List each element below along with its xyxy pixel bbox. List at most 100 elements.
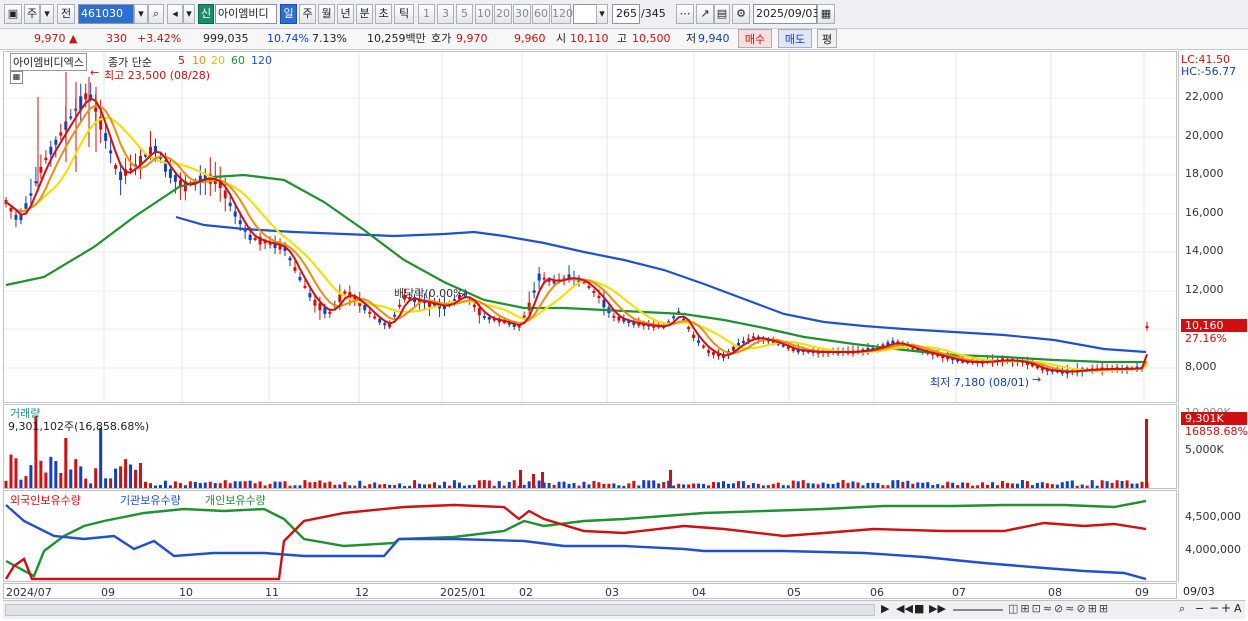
magnify-icon[interactable]: ⌕ [1179,602,1185,616]
volume-bar [1025,481,1029,488]
volume-bar [373,482,377,488]
volume-bar [298,485,302,488]
candle-body [373,316,377,319]
date-input[interactable]: 2025/09/03 [753,4,819,24]
volume-bar [1015,483,1019,488]
pause-icon[interactable]: ■ [914,602,924,615]
draw-tool-icon[interactable]: ↗ [696,4,714,24]
candle-body [692,334,696,338]
font-size-icon[interactable]: A [1234,602,1242,615]
volume-bar [193,482,197,488]
period-week[interactable]: 주 [299,4,316,24]
volume-bar [168,485,172,488]
holdings-panel[interactable]: 외국인보유수량 기관보유수량 개인보유수량 [3,490,1177,582]
interval-20[interactable]: 20 [494,4,512,24]
sound-icon[interactable]: ◂ [167,4,183,24]
volume-panel[interactable]: 거래량 9,301,102주(16,858.68%) [3,404,1177,489]
candle-body [746,338,750,341]
volume-bar [801,480,805,488]
period-tick[interactable]: 틱 [394,4,414,24]
period-minute[interactable]: 분 [356,4,373,24]
zoom-icon[interactable]: ⋯ [676,4,694,24]
interval-10[interactable]: 10 [475,4,493,24]
candle-body [328,311,332,314]
interval-1[interactable]: 1 [418,4,435,24]
volume-bar [856,482,860,488]
chevron-down-icon[interactable]: ▾ [40,4,54,24]
volume-bar [622,485,626,488]
volume-bar [238,481,242,488]
window-icon[interactable]: ▣ [4,4,22,24]
interval-dropdown-icon[interactable]: ▾ [596,4,608,24]
code-dropdown-icon[interactable]: ▾ [134,4,148,24]
scroll-right-icon[interactable]: ▶ [881,602,889,615]
minus-icon[interactable]: − [1195,602,1204,615]
interval-30[interactable]: 30 [513,4,531,24]
volume-current-tag: 9,301K [1181,412,1247,425]
candle-body [24,203,28,209]
avg-button[interactable]: 평 [817,29,837,48]
volume-bar [183,485,187,488]
stock-code-input[interactable]: 461030 [78,4,134,24]
fast-forward-icon[interactable]: ▶▶ [929,602,946,615]
volume-bar [642,480,646,488]
sound-dropdown-icon[interactable]: ▾ [183,4,195,24]
grid-toggle-icon[interactable]: ▦ [10,71,23,84]
count-input[interactable]: 265 [612,4,640,24]
current-price: 9,970 [34,32,66,45]
collapse-icon[interactable]: − [1209,601,1219,615]
turnover-pct: 10.74% [267,32,309,45]
volume-bar [258,481,262,488]
calendar-icon[interactable]: ▦ [817,4,835,24]
interval-120[interactable]: 120 [551,4,573,24]
interval-5[interactable]: 5 [456,4,473,24]
interval-60[interactable]: 60 [532,4,550,24]
new-badge: 신 [198,4,214,24]
period-main-button[interactable]: 주 [24,4,40,24]
buy-button[interactable]: 매수 [738,29,772,48]
y-tick: 22,000 [1185,90,1224,103]
search-icon[interactable]: ⌕ [148,4,164,24]
price-change: 330 [106,32,127,45]
y-tick: 8,000 [1185,360,1217,373]
price-panel[interactable]: 아이엠비디엑스 종가 단순 5 10 20 60 120 ▦ ← 최고 23,5… [3,51,1177,403]
scroll-track[interactable] [5,604,875,616]
plus-icon[interactable]: + [1221,601,1231,615]
volume-bar [467,485,471,488]
interval-3[interactable]: 3 [437,4,454,24]
hc-value: HC:-56.77 [1181,65,1237,78]
legend-institution: 기관보유수량 [120,492,181,508]
chart-area: 아이엠비디엑스 종가 단순 5 10 20 60 120 ▦ ← 최고 23,5… [0,51,1248,621]
volume-bar [617,485,621,488]
volume-bar [328,481,332,488]
candle-body [343,291,347,294]
draw-tools-icons[interactable]: ◫⊞⊡≈⊘≈⊘⊞⊞ [1008,602,1110,615]
candle-body [173,175,177,182]
gear-icon[interactable]: ⚙ [732,4,750,24]
sell-button[interactable]: 매도 [778,29,812,48]
period-second[interactable]: 초 [375,4,392,24]
volume-bar [507,482,511,488]
candle-body [253,238,257,241]
scroll-bar[interactable]: ▶ ◀◀ ■ ▶▶ ◫⊞⊡≈⊘≈⊘⊞⊞ ⌕ − − + A [3,600,1245,619]
period-day[interactable]: 일 [280,4,297,24]
zoom-slider[interactable] [953,609,1003,611]
x-label: 2024/07 [6,586,52,599]
volume-bar [144,481,148,488]
period-year[interactable]: 년 [337,4,354,24]
volume-bar [1135,483,1139,488]
volume-bar [74,459,78,488]
volume-bar [851,481,855,488]
rewind-icon[interactable]: ◀◀ [896,602,913,615]
stock-name-field[interactable]: 아이엠비디 [215,4,277,24]
prev-button[interactable]: 전 [57,4,75,24]
volume-bar [672,485,676,488]
volume-bar [477,480,481,488]
legend-individual: 개인보유수량 [205,492,266,508]
volume-bar [333,484,337,488]
candle-body [741,340,745,343]
period-month[interactable]: 월 [318,4,335,24]
candle-body [368,311,372,314]
ma10-line [5,104,1148,373]
save-icon[interactable]: ▤ [714,4,730,24]
